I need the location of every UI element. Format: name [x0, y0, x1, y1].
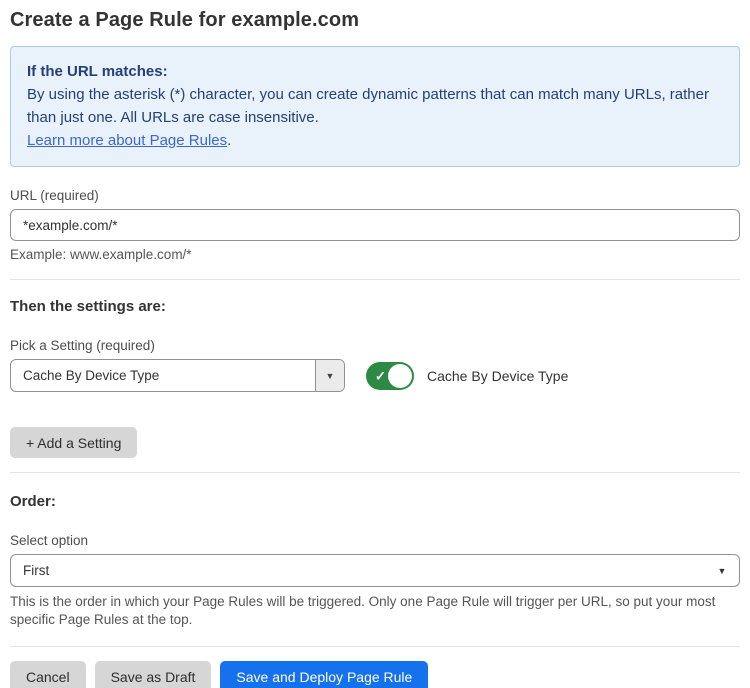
pick-setting-label: Pick a Setting (required): [10, 338, 740, 353]
info-box-heading: If the URL matches:: [27, 60, 723, 83]
link-suffix: .: [227, 132, 231, 149]
setting-select-value: Cache By Device Type: [11, 360, 315, 391]
divider-footer: [10, 646, 740, 647]
save-deploy-button[interactable]: Save and Deploy Page Rule: [220, 661, 428, 688]
url-example-helper: Example: www.example.com/*: [10, 247, 740, 262]
add-setting-button[interactable]: + Add a Setting: [10, 427, 137, 458]
form-actions: Cancel Save as Draft Save and Deploy Pag…: [10, 661, 740, 688]
cancel-button[interactable]: Cancel: [10, 661, 86, 688]
setting-select[interactable]: Cache By Device Type ▼: [10, 359, 345, 392]
order-select-value: First: [11, 555, 705, 586]
check-icon: ✓: [375, 369, 386, 382]
url-match-info-box: If the URL matches: By using the asteris…: [10, 46, 740, 167]
info-box-body: By using the asterisk (*) character, you…: [27, 83, 723, 129]
divider-after-settings: [10, 472, 740, 473]
setting-row: Cache By Device Type ▼ ✓ Cache By Device…: [10, 359, 740, 392]
order-select-label: Select option: [10, 533, 740, 548]
chevron-down-icon: ▼: [705, 555, 739, 586]
order-select[interactable]: First ▼: [10, 554, 740, 587]
order-helper-text: This is the order in which your Page Rul…: [10, 593, 740, 629]
toggle-knob: [388, 364, 412, 388]
settings-section-heading: Then the settings are:: [10, 298, 740, 315]
order-section-heading: Order:: [10, 493, 740, 510]
divider-after-url: [10, 279, 740, 280]
info-box-link-line: Learn more about Page Rules.: [27, 129, 723, 152]
url-field-label: URL (required): [10, 188, 740, 203]
learn-more-link[interactable]: Learn more about Page Rules: [27, 132, 227, 149]
page-title: Create a Page Rule for example.com: [10, 0, 740, 32]
create-page-rule-form: Create a Page Rule for example.com If th…: [0, 0, 750, 688]
setting-toggle[interactable]: ✓: [366, 362, 414, 390]
setting-toggle-label: Cache By Device Type: [427, 368, 568, 384]
url-input[interactable]: [10, 209, 740, 241]
chevron-down-icon: ▼: [315, 360, 344, 391]
save-draft-button[interactable]: Save as Draft: [95, 661, 212, 688]
